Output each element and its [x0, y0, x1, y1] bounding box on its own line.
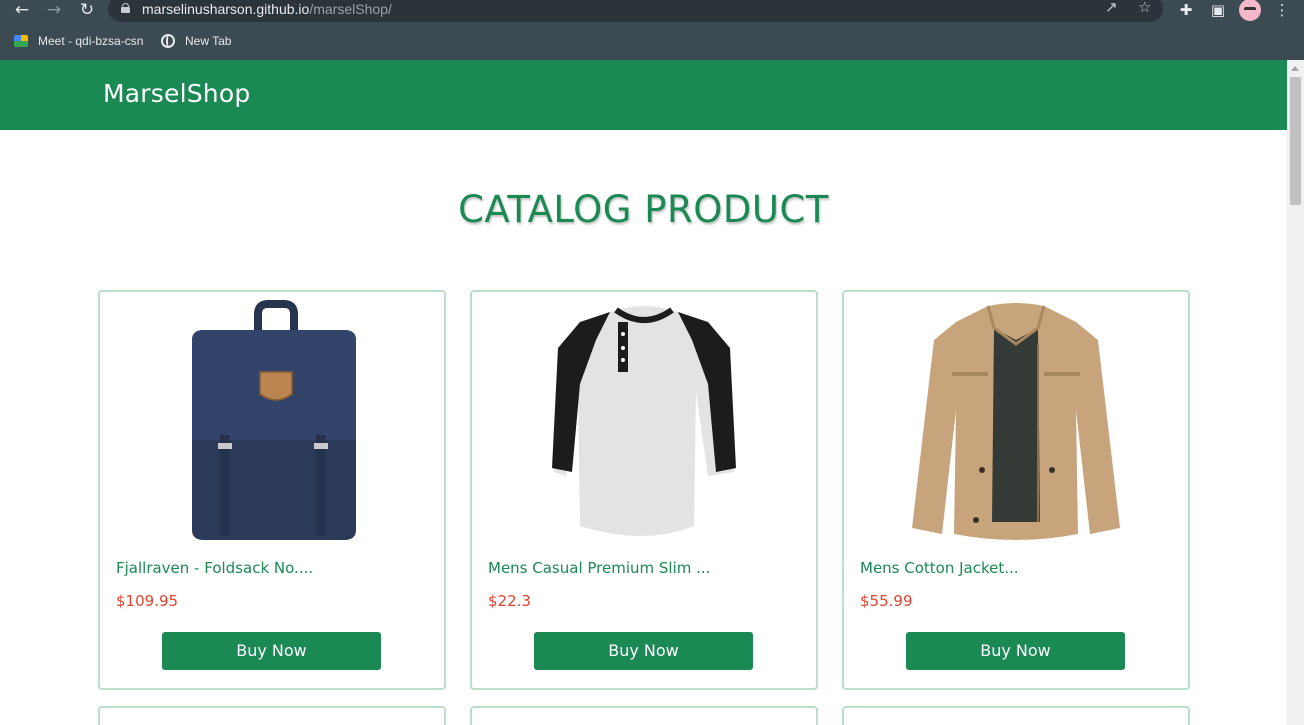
bookmarks-bar: Meet - qdi-bzsa-csn New Tab: [0, 30, 1304, 52]
page-title: CATALOG PRODUCT: [458, 188, 829, 231]
bookmark-new-tab[interactable]: New Tab: [161, 30, 231, 52]
profile-avatar[interactable]: [1239, 0, 1261, 21]
product-card: Mens Casual Premium Slim ... $22.3 Buy N…: [470, 290, 818, 690]
product-card: [98, 706, 446, 725]
product-price: $109.95: [116, 592, 179, 610]
product-card: Mens Cotton Jacket... $55.99 Buy Now: [842, 290, 1190, 690]
product-image: [844, 716, 1188, 725]
product-price: $55.99: [860, 592, 913, 610]
menu-kebab-icon[interactable]: ⋮: [1272, 0, 1292, 20]
bookmark-label: New Tab: [185, 34, 232, 48]
product-card: Fjallraven - Foldsack No.... $109.95 Buy…: [98, 290, 446, 690]
product-image: [472, 716, 816, 725]
scroll-up-arrow-icon[interactable]: [1291, 66, 1299, 71]
url-text: marselinusharson.github.io/marselShop/: [142, 0, 392, 18]
scroll-thumb[interactable]: [1290, 77, 1301, 205]
buy-now-button[interactable]: Buy Now: [534, 632, 753, 670]
google-meet-icon: [14, 35, 28, 47]
side-panel-icon[interactable]: ▣: [1208, 0, 1228, 20]
page-viewport: MarselShop CATALOG PRODUCT Fjallraven - …: [0, 60, 1304, 725]
bookmark-meet[interactable]: Meet - qdi-bzsa-csn: [14, 30, 143, 52]
cotton-jacket-image: [912, 303, 1120, 540]
reload-icon[interactable]: ↻: [76, 0, 98, 20]
buy-now-button[interactable]: Buy Now: [906, 632, 1125, 670]
bookmark-label: Meet - qdi-bzsa-csn: [38, 34, 144, 48]
site-header: MarselShop: [0, 60, 1287, 130]
product-name[interactable]: Fjallraven - Foldsack No....: [116, 558, 313, 578]
extensions-icon[interactable]: ✚: [1176, 0, 1196, 20]
forward-arrow-icon[interactable]: →: [43, 0, 65, 20]
page-scrollbar[interactable]: [1287, 60, 1304, 725]
share-icon[interactable]: ↗: [1105, 0, 1118, 16]
lock-icon: [121, 3, 130, 13]
address-bar[interactable]: marselinusharson.github.io/marselShop/ ↗…: [108, 0, 1163, 22]
product-card: [842, 706, 1190, 725]
product-card: [470, 706, 818, 725]
url-host: marselinusharson.github.io: [142, 1, 310, 17]
buy-now-button[interactable]: Buy Now: [162, 632, 381, 670]
product-name[interactable]: Mens Casual Premium Slim ...: [488, 558, 710, 578]
backpack-image: [192, 300, 356, 540]
back-arrow-icon[interactable]: ←: [11, 0, 33, 20]
star-icon[interactable]: ☆: [1138, 0, 1151, 16]
site-brand[interactable]: MarselShop: [103, 77, 250, 111]
product-name[interactable]: Mens Cotton Jacket...: [860, 558, 1019, 578]
globe-icon: [161, 34, 175, 48]
browser-toolbar: ← → ↻ marselinusharson.github.io/marselS…: [0, 0, 1304, 22]
browser-chrome: ← → ↻ marselinusharson.github.io/marselS…: [0, 0, 1304, 60]
product-price: $22.3: [488, 592, 531, 610]
raglan-shirt-image: [552, 306, 736, 536]
product-image: [100, 716, 444, 725]
url-path: /marselShop/: [309, 1, 392, 17]
